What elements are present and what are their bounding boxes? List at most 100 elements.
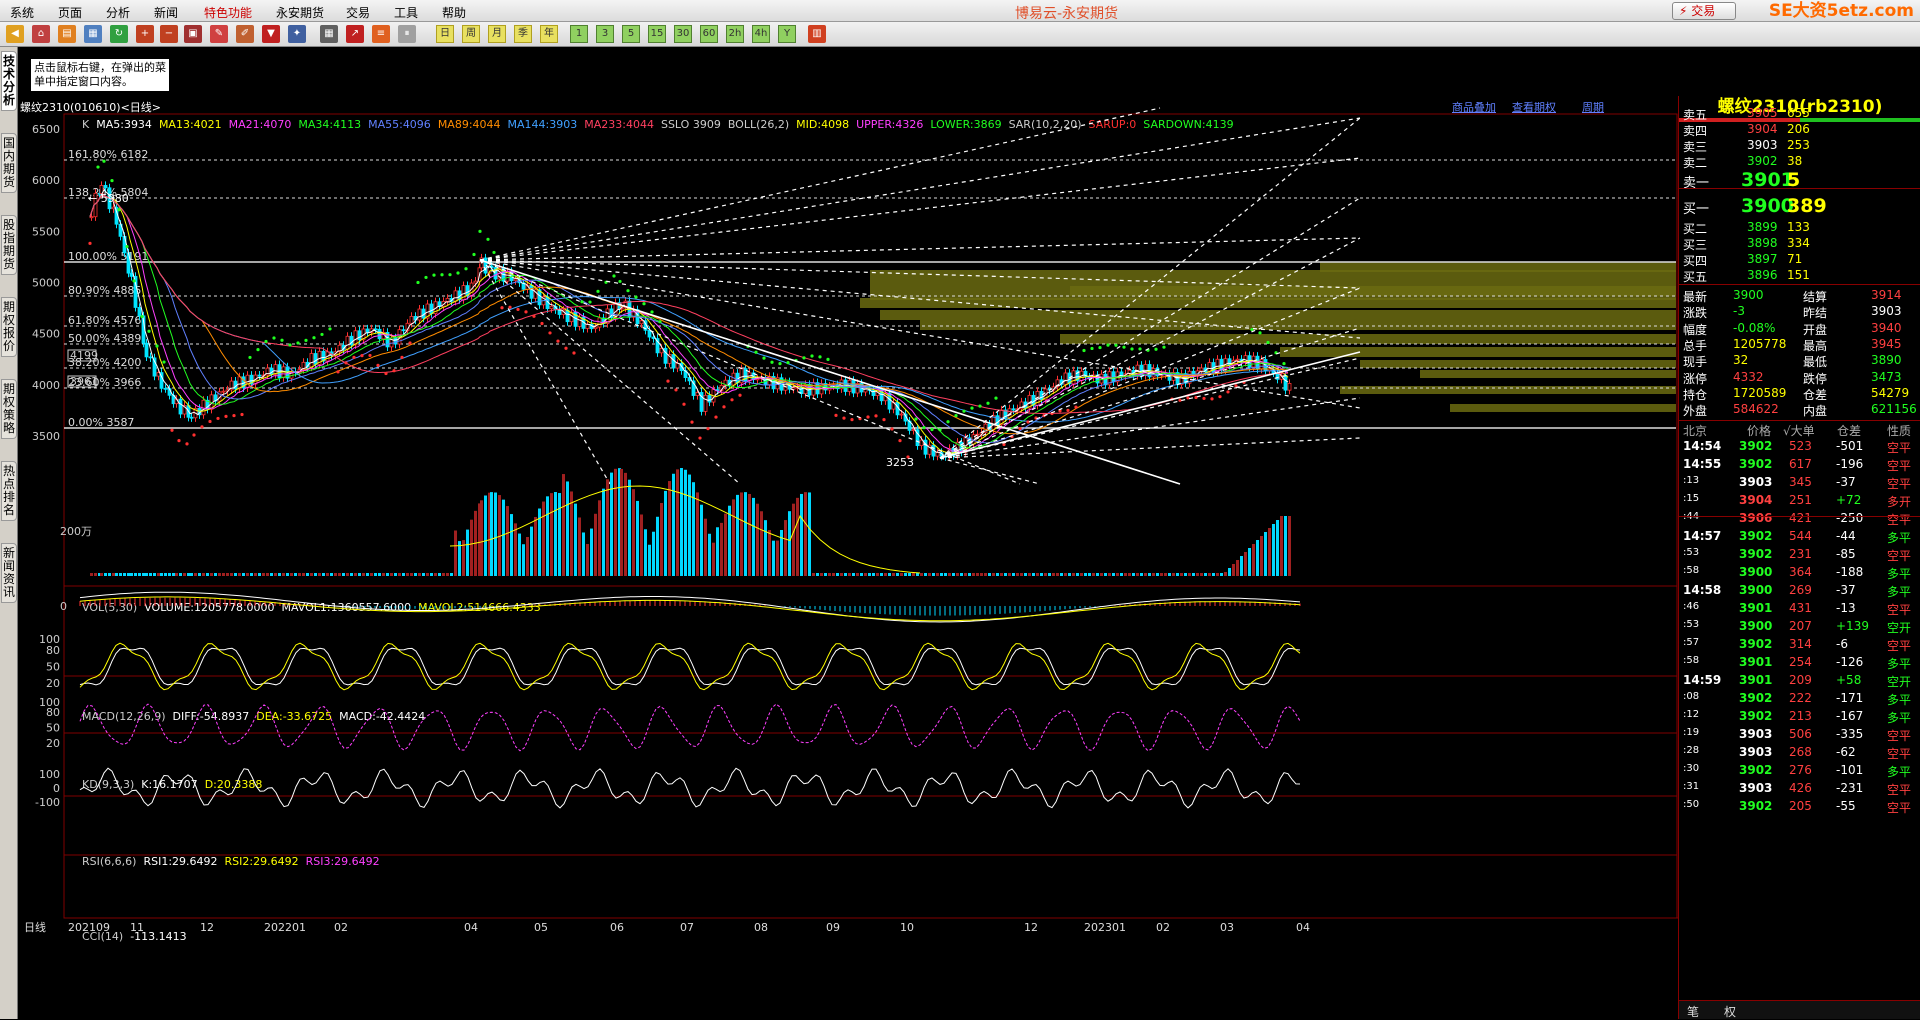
- tab-rights[interactable]: 权: [1724, 1003, 1736, 1020]
- chart-area[interactable]: 螺纹2310(010610)<日线> 商品叠加 查看期权 周期 K MA5:393…: [20, 98, 1678, 1019]
- volume-bar: [656, 516, 659, 576]
- menu-special[interactable]: 特色功能: [204, 4, 252, 21]
- volume-bar: [602, 488, 605, 576]
- volume-bar: [772, 540, 775, 576]
- volume-bar: [924, 573, 927, 576]
- x-axis-label-3: 12: [200, 921, 214, 934]
- price-box-2-label: 3961: [70, 375, 98, 388]
- tab-index-futures[interactable]: 股指期货: [1, 215, 17, 275]
- line-chart-icon[interactable]: ↗: [346, 25, 364, 43]
- period-30min-button[interactable]: 30: [674, 25, 692, 43]
- tick-time-11: :57: [1683, 637, 1700, 648]
- sar-dot: [344, 361, 348, 365]
- sar-dot: [464, 267, 468, 271]
- menu-yongan[interactable]: 永安期货: [276, 4, 324, 21]
- tick-nature-15: 多平: [1887, 711, 1912, 725]
- period-1min-button[interactable]: 1: [570, 25, 588, 43]
- tab-option-strategy[interactable]: 期权策略: [1, 379, 17, 439]
- volume-bar: [660, 502, 663, 576]
- indicator-icon[interactable]: ≡: [372, 25, 390, 43]
- sar-dot: [500, 306, 504, 310]
- menu-news[interactable]: 新闻: [154, 4, 178, 21]
- candle-body: [529, 284, 534, 299]
- sar-dot: [208, 419, 212, 424]
- period-2h-button[interactable]: 2h: [726, 25, 744, 43]
- volume-bar: [250, 573, 253, 576]
- tab-technical-analysis[interactable]: 技术分析: [1, 51, 17, 111]
- tab-hot-ranking[interactable]: 热点排名: [1, 461, 17, 521]
- period-day-button[interactable]: 日: [436, 25, 454, 43]
- volume-bar: [920, 573, 923, 576]
- period-15min-button[interactable]: 15: [648, 25, 666, 43]
- candle-body: [221, 390, 226, 393]
- volume-bar: [94, 573, 97, 576]
- table-icon[interactable]: ▦: [84, 25, 102, 43]
- volume-bar: [100, 573, 103, 576]
- volume-bar: [676, 469, 679, 576]
- volume-bar: [696, 492, 699, 576]
- period-4h-button[interactable]: 4h: [752, 25, 770, 43]
- volume-bar: [976, 573, 979, 576]
- trade-button[interactable]: ⚡ 交易: [1672, 2, 1736, 20]
- tick-price-6: 3902: [1739, 547, 1773, 561]
- x-axis-label-2: 11: [130, 921, 144, 934]
- period-year-button[interactable]: 年: [540, 25, 558, 43]
- volume-bar: [1168, 573, 1171, 576]
- tick-nature-8: 多平: [1887, 585, 1912, 599]
- zoom-in-icon[interactable]: +: [136, 25, 154, 43]
- period-custom-button[interactable]: Y: [778, 25, 796, 43]
- book-icon[interactable]: ▤: [58, 25, 76, 43]
- menu-analysis[interactable]: 分析: [106, 4, 130, 21]
- volume-bar: [382, 573, 385, 576]
- zoom-out-icon[interactable]: −: [160, 25, 178, 43]
- volume-bar: [510, 514, 513, 576]
- volume-bar: [780, 529, 783, 576]
- volume-bar: [342, 573, 345, 576]
- menu-system[interactable]: 系统: [10, 4, 34, 21]
- stat-value-right-0: 3914: [1871, 288, 1902, 302]
- kd-tick-1: 80: [46, 644, 60, 657]
- x-axis-label-6: 04: [464, 921, 478, 934]
- filter-icon[interactable]: ▼: [262, 25, 280, 43]
- candle-body: [148, 356, 153, 359]
- period-month-button[interactable]: 月: [488, 25, 506, 43]
- period-quarter-button[interactable]: 季: [514, 25, 532, 43]
- tick-volume-20: 205: [1789, 799, 1812, 813]
- tab-option-quotes[interactable]: 期权报价: [1, 297, 17, 357]
- tab-news[interactable]: 新闻资讯: [1, 543, 17, 603]
- tab-ticks[interactable]: 笔: [1687, 1003, 1699, 1020]
- price-mark-high: ← 5980: [88, 192, 129, 205]
- tab-domestic-futures[interactable]: 国内期货: [1, 133, 17, 193]
- menu-trade[interactable]: 交易: [346, 4, 370, 21]
- brush-icon[interactable]: ✐: [236, 25, 254, 43]
- volume-bar: [1232, 564, 1235, 576]
- volume-bar: [804, 492, 807, 576]
- sar-dot: [392, 369, 396, 373]
- period-3min-button[interactable]: 3: [596, 25, 614, 43]
- refresh-icon[interactable]: ↻: [110, 25, 128, 43]
- window-icon[interactable]: ▣: [184, 25, 202, 43]
- pause-icon[interactable]: ⏸: [398, 25, 416, 43]
- menu-help[interactable]: 帮助: [442, 4, 466, 21]
- stat-label-left-4: 现手: [1683, 355, 1708, 370]
- candle-body: [163, 387, 168, 390]
- grid-icon[interactable]: ▦: [320, 25, 338, 43]
- back-arrow-icon[interactable]: ◀: [6, 25, 24, 43]
- volume-bar: [298, 573, 301, 576]
- calendar-icon[interactable]: ▥: [808, 25, 826, 43]
- bid-price-3: 3897: [1747, 252, 1778, 266]
- home-icon[interactable]: ⌂: [32, 25, 50, 43]
- draw-tool-icon[interactable]: ✦: [288, 25, 306, 43]
- pen-icon[interactable]: ✎: [210, 25, 228, 43]
- volume-bar: [514, 523, 517, 576]
- volume-bar: [338, 573, 341, 576]
- menu-tools[interactable]: 工具: [394, 4, 418, 21]
- fib-band-10: [1450, 404, 1676, 412]
- period-5min-button[interactable]: 5: [622, 25, 640, 43]
- kline-chart[interactable]: 6500600055005000450040003500161.80% 6182…: [20, 98, 1678, 1019]
- menu-page[interactable]: 页面: [58, 4, 82, 21]
- x-axis-label-7: 05: [534, 921, 548, 934]
- ask-vol-0: 655: [1787, 106, 1810, 120]
- period-60min-button[interactable]: 60: [700, 25, 718, 43]
- period-week-button[interactable]: 周: [462, 25, 480, 43]
